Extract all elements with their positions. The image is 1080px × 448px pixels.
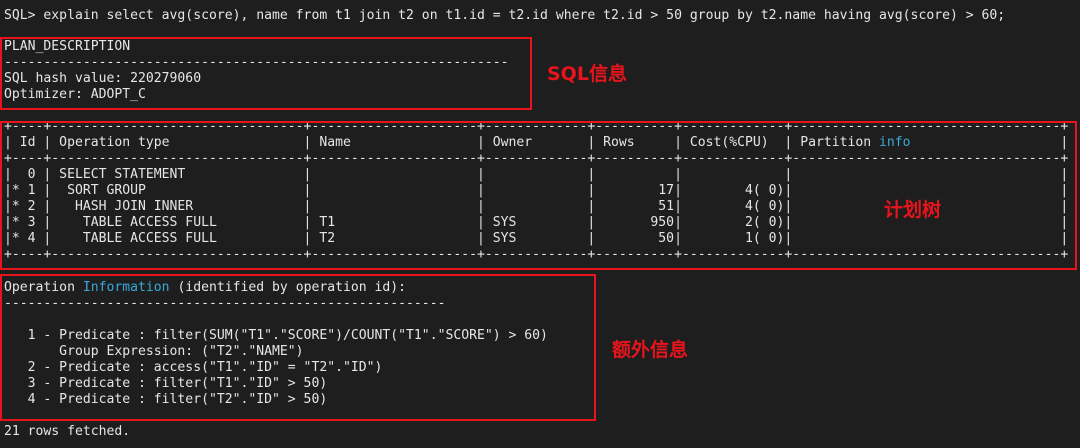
terminal-window[interactable]: SQL> explain select avg(score), name fro… <box>0 0 1080 448</box>
plan-tree-annotation: 计划树 <box>884 199 942 221</box>
sql-command-line: SQL> explain select avg(score), name fro… <box>4 8 1006 23</box>
sql-info-annotation: SQL信息 <box>547 63 627 85</box>
rows-fetched-footer: 21 rows fetched. <box>4 424 131 439</box>
extra-info-annotation: 额外信息 <box>612 339 689 361</box>
plan-tree-highlight-box <box>0 121 1077 270</box>
sql-info-highlight-box <box>0 37 532 110</box>
extra-info-highlight-box <box>0 274 596 421</box>
